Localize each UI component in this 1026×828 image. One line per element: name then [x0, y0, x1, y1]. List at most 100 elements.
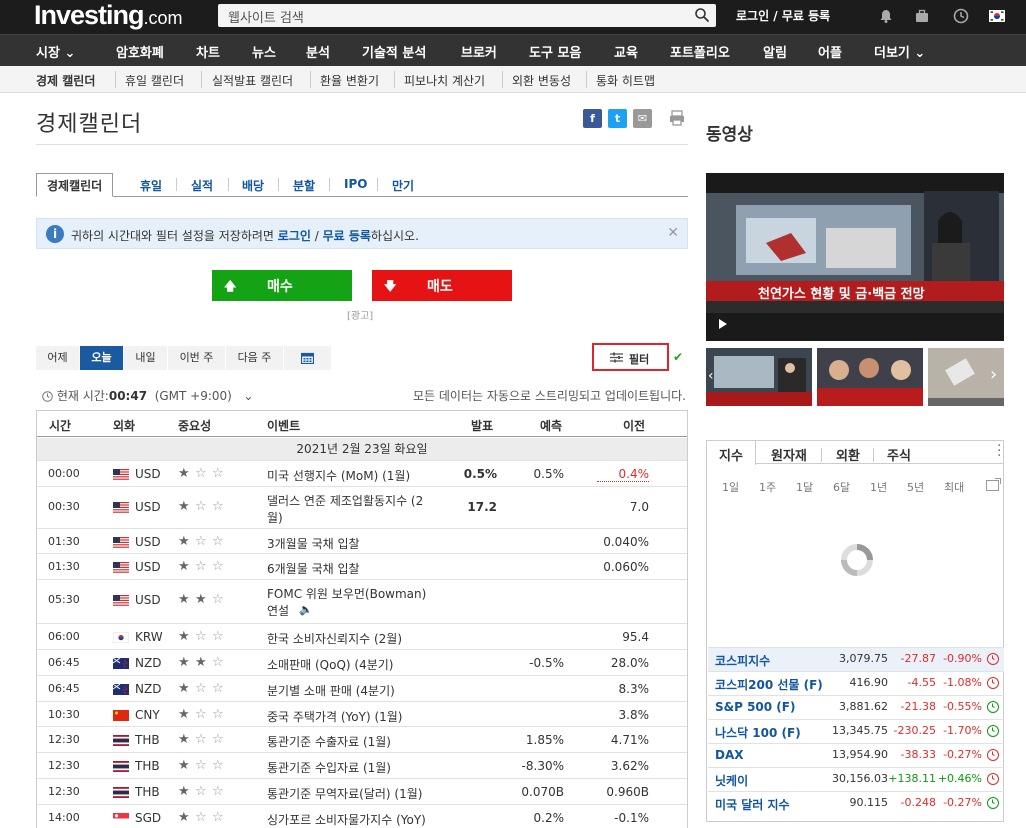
clock-icon[interactable]: [953, 8, 969, 24]
nav-education[interactable]: 교육: [614, 42, 638, 61]
date-tomorrow[interactable]: 내일: [124, 346, 168, 370]
table-row[interactable]: 06:00 KRW ★ ☆ ☆ 한국 소비자신뢰지수 (2월) 95.4: [37, 623, 687, 649]
filter-button[interactable]: 필터: [592, 343, 669, 371]
table-row[interactable]: 12:30 THB ★ ☆ ☆ 통관기준 수출자료 (1월) 1.85% 4.71%: [37, 726, 687, 752]
korea-flag-icon[interactable]: [989, 10, 1005, 22]
date-today[interactable]: 오늘: [80, 346, 124, 370]
tab-holidays[interactable]: 휴일: [140, 177, 162, 194]
index-name[interactable]: S&P 500 (F): [715, 700, 795, 714]
index-name[interactable]: DAX: [715, 748, 744, 762]
period-max[interactable]: 최대: [944, 479, 964, 495]
event-name[interactable]: 소매판매 (QoQ) (4분기): [267, 656, 393, 673]
index-row[interactable]: 닛케이 30,156.03 +138.11 +0.46%: [708, 767, 1004, 791]
period-6m[interactable]: 6달: [833, 479, 850, 495]
tab-expiry[interactable]: 만기: [392, 177, 414, 194]
tab-economic-calendar[interactable]: 경제캘린더: [36, 173, 114, 197]
event-name[interactable]: FOMC 위원 보우먼(Bowman): [267, 585, 426, 602]
nav-alerts[interactable]: 알림: [763, 42, 787, 61]
table-row[interactable]: 01:30 USD ★ ☆ ☆ 6개월물 국채 입찰 0.060%: [37, 553, 687, 579]
bell-icon[interactable]: [878, 8, 894, 24]
index-name[interactable]: 코스피200 선물 (F): [715, 676, 823, 693]
tab-earnings[interactable]: 실적: [191, 177, 213, 194]
login-link[interactable]: 로그인: [278, 229, 311, 243]
subnav-fx-volatility[interactable]: 외환 변동성: [512, 72, 571, 89]
event-name[interactable]: 통관기준 수입자료 (1월): [267, 759, 391, 776]
index-row[interactable]: 나스닥 100 (F) 13,345.75 -230.25 -1.70%: [708, 719, 1004, 743]
tab-commodities[interactable]: 원자재: [771, 445, 807, 464]
index-row[interactable]: S&P 500 (F) 3,881.62 -21.38 -0.55%: [708, 695, 1004, 719]
table-row[interactable]: 06:45 NZD ★ ★ ☆ 소매판매 (QoQ) (4분기) -0.5% 28.0%: [37, 649, 687, 675]
search-input[interactable]: 웹사이트 검색: [218, 4, 716, 27]
nav-portfolio[interactable]: 포트폴리오: [670, 42, 730, 61]
index-name[interactable]: 닛케이: [715, 772, 748, 789]
date-this-week[interactable]: 이번 주: [168, 346, 226, 370]
more-options-icon[interactable]: · · ·: [997, 439, 1001, 463]
event-name-continued[interactable]: 연설: [267, 602, 289, 619]
index-row[interactable]: 미국 달러 지수 90.115 -0.248 -0.27%: [708, 791, 1004, 815]
nav-markets[interactable]: 시장 ⌄: [36, 42, 75, 61]
period-1m[interactable]: 1달: [796, 479, 813, 495]
close-icon[interactable]: ✕: [667, 225, 679, 241]
chevron-down-icon[interactable]: ⌄: [243, 389, 253, 403]
subnav-economic-calendar[interactable]: 경제 캘린더: [36, 72, 95, 89]
chevron-right-icon[interactable]: ›: [990, 364, 997, 385]
calendar-icon[interactable]: [284, 346, 332, 370]
video-thumbnail[interactable]: ‹: [706, 348, 812, 406]
event-name[interactable]: 미국 선행지수 (MoM) (1월): [267, 467, 410, 484]
subnav-fibonacci[interactable]: 피보나치 계산기: [404, 72, 485, 89]
tab-forex[interactable]: 외환: [836, 445, 860, 464]
email-icon[interactable]: ✉: [633, 109, 652, 128]
register-link[interactable]: 무료 등록: [323, 229, 371, 243]
tab-indices[interactable]: 지수: [707, 441, 756, 465]
event-name[interactable]: 6개월물 국채 입찰: [267, 560, 360, 577]
table-row[interactable]: 01:30 USD ★ ☆ ☆ 3개월물 국채 입찰 0.040%: [37, 528, 687, 553]
event-name[interactable]: 3개월물 국채 입찰: [267, 535, 360, 552]
search-icon[interactable]: [694, 7, 710, 23]
nav-tools[interactable]: 도구 모음: [529, 42, 581, 61]
login-register-link[interactable]: 로그인 / 무료 등록: [736, 7, 830, 24]
subnav-earnings-calendar[interactable]: 실적발표 캘린더: [212, 72, 293, 89]
table-row[interactable]: 00:30 USD ★ ☆ ☆ 댈러스 연준 제조업활동지수 (2 월) 17.2 7.0: [37, 486, 687, 528]
table-row[interactable]: 00:00 USD ★ ☆ ☆ 미국 선행지수 (MoM) (1월) 0.5% 0.5% 0.4…: [37, 460, 687, 486]
event-name[interactable]: 한국 소비자신뢰지수 (2월): [267, 630, 402, 647]
nav-news[interactable]: 뉴스: [252, 42, 276, 61]
table-row[interactable]: 12:30 THB ★ ☆ ☆ 통관기준 무역자료(달러) (1월) 0.070B 0.960…: [37, 778, 687, 804]
nav-charts[interactable]: 차트: [196, 42, 220, 61]
period-1d[interactable]: 1일: [722, 479, 739, 495]
index-row[interactable]: 코스피지수 3,079.75 -27.87 -0.90%: [708, 647, 1004, 671]
subnav-heatmap[interactable]: 통화 히트맵: [596, 72, 655, 89]
event-name[interactable]: 싱가포르 소비자물가지수 (YoY): [267, 811, 426, 828]
index-name[interactable]: 미국 달러 지수: [715, 796, 790, 813]
table-row[interactable]: 05:30 USD ★ ★ ☆ FOMC 위원 보우먼(Bowman) 연설 🔈: [37, 579, 687, 623]
index-name[interactable]: 나스닥 100 (F): [715, 724, 801, 741]
twitter-icon[interactable]: t: [608, 109, 627, 128]
index-row[interactable]: 코스피200 선물 (F) 416.90 -4.55 -1.08%: [708, 671, 1004, 695]
nav-crypto[interactable]: 암호화폐: [116, 42, 164, 61]
index-name[interactable]: 코스피지수: [715, 652, 770, 669]
investing-logo[interactable]: Investing.com: [34, 0, 183, 32]
period-1y[interactable]: 1년: [870, 479, 887, 495]
tab-ipo[interactable]: IPO: [344, 177, 367, 191]
subnav-currency-converter[interactable]: 환율 변환기: [320, 72, 379, 89]
date-yesterday[interactable]: 어제: [36, 346, 80, 370]
table-row[interactable]: 10:30 CNY ★ ☆ ☆ 중국 주택가격 (YoY) (1월) 3.8%: [37, 701, 687, 726]
period-5y[interactable]: 5년: [907, 479, 924, 495]
nav-technical[interactable]: 기술적 분석: [362, 42, 426, 61]
expand-chart-icon[interactable]: [986, 478, 1001, 491]
table-row[interactable]: 06:45 NZD ★ ☆ ☆ 분기별 소매 판매 (4분기) 8.3%: [37, 675, 687, 701]
table-row[interactable]: 14:00 SGD ★ ☆ ☆ 싱가포르 소비자물가지수 (YoY) 0.2% -0.1%: [37, 804, 687, 828]
period-1w[interactable]: 1주: [759, 479, 776, 495]
nav-apps[interactable]: 어플: [818, 42, 842, 61]
tab-dividends[interactable]: 배당: [242, 177, 264, 194]
sell-button[interactable]: 🡇 매도: [372, 270, 512, 301]
event-name[interactable]: 통관기준 수출자료 (1월): [267, 733, 391, 750]
event-name[interactable]: 분기별 소매 판매 (4분기): [267, 682, 395, 699]
table-row[interactable]: 12:30 THB ★ ☆ ☆ 통관기준 수입자료 (1월) -8.30% 3.62%: [37, 752, 687, 778]
video-thumbnail[interactable]: [817, 348, 923, 406]
date-next-week[interactable]: 다음 주: [226, 346, 284, 370]
subnav-holiday-calendar[interactable]: 휴일 캘린더: [125, 72, 184, 89]
timezone-select[interactable]: (GMT +9:00): [155, 389, 232, 403]
event-name-continued[interactable]: 월): [267, 509, 283, 526]
briefcase-icon[interactable]: [914, 8, 930, 24]
event-name[interactable]: 댈러스 연준 제조업활동지수 (2: [267, 492, 423, 509]
